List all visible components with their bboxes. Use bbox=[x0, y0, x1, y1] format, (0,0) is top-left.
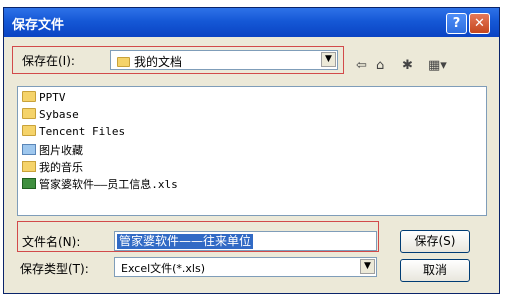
list-item[interactable]: Sybase bbox=[22, 108, 79, 124]
pictures-folder-icon bbox=[22, 144, 36, 155]
cancel-button[interactable]: 取消 bbox=[400, 259, 470, 282]
list-item[interactable]: 管家婆软件——员工信息.xls bbox=[22, 176, 178, 192]
list-item[interactable]: 我的音乐 bbox=[22, 159, 83, 175]
dialog-title: 保存文件 bbox=[12, 18, 65, 33]
list-item[interactable]: 图片收藏 bbox=[22, 142, 83, 158]
folder-icon bbox=[22, 108, 36, 119]
page: 保存文件 ? ✕ 保存在(I): 我的文档 ▼ ⇦ ⌂ ✱ ▦▾ PPTV Sy… bbox=[0, 0, 505, 303]
save-in-value: 我的文档 bbox=[117, 53, 182, 70]
save-in-label: 保存在(I): bbox=[22, 54, 75, 68]
list-item[interactable]: Tencent Files bbox=[22, 125, 125, 141]
filetype-label: 保存类型(T): bbox=[20, 262, 89, 276]
view-menu-icon[interactable]: ▦▾ bbox=[428, 58, 447, 74]
filename-input[interactable]: 管家婆软件——往来单位 bbox=[114, 231, 377, 251]
chevron-down-icon[interactable]: ▼ bbox=[360, 259, 375, 274]
file-list[interactable]: PPTV Sybase Tencent Files 图片收藏 我的音乐 管家婆软… bbox=[17, 86, 487, 216]
filename-value: 管家婆软件——往来单位 bbox=[117, 234, 254, 249]
filename-label: 文件名(N): bbox=[22, 235, 81, 249]
filetype-dropdown[interactable]: Excel文件(*.xls) ▼ bbox=[114, 257, 377, 277]
back-icon[interactable]: ⇦ bbox=[356, 58, 367, 74]
excel-file-icon bbox=[22, 178, 36, 189]
help-button[interactable]: ? bbox=[446, 13, 467, 34]
folder-icon bbox=[22, 125, 36, 136]
save-button[interactable]: 保存(S) bbox=[400, 230, 470, 253]
filetype-value: Excel文件(*.xls) bbox=[121, 262, 206, 275]
save-file-dialog: 保存文件 ? ✕ 保存在(I): 我的文档 ▼ ⇦ ⌂ ✱ ▦▾ PPTV Sy… bbox=[3, 7, 500, 294]
my-documents-icon bbox=[117, 57, 130, 67]
chevron-down-icon[interactable]: ▼ bbox=[321, 52, 336, 67]
up-folder-icon[interactable]: ⌂ bbox=[376, 58, 384, 74]
save-in-dropdown[interactable]: 我的文档 ▼ bbox=[110, 50, 338, 70]
music-folder-icon bbox=[22, 161, 36, 172]
new-folder-icon[interactable]: ✱ bbox=[402, 58, 413, 74]
title-bar: 保存文件 ? ✕ bbox=[4, 8, 499, 37]
close-button[interactable]: ✕ bbox=[469, 13, 490, 34]
folder-icon bbox=[22, 91, 36, 102]
list-item[interactable]: PPTV bbox=[22, 91, 66, 107]
